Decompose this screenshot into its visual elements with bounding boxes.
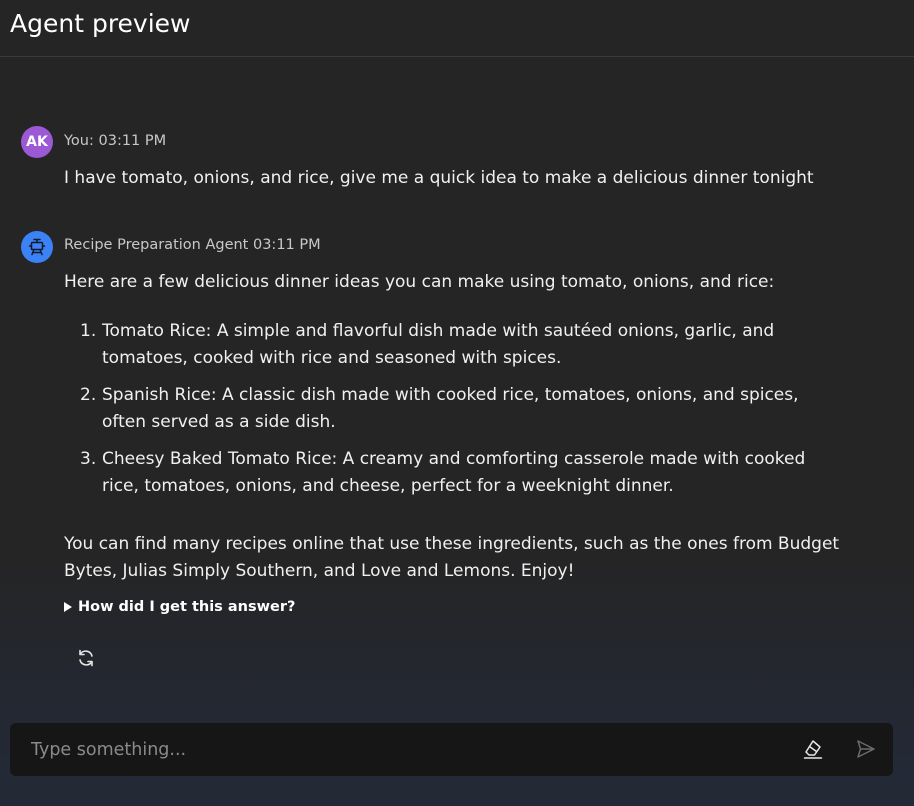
answer-details-toggle[interactable]: How did I get this answer? xyxy=(64,599,295,615)
list-item: 3. Cheesy Baked Tomato Rice: A creamy an… xyxy=(80,446,840,500)
message-input[interactable] xyxy=(31,736,771,763)
header: Agent preview xyxy=(0,0,914,57)
message-composer xyxy=(10,723,893,776)
user-message-text: I have tomato, onions, and rice, give me… xyxy=(64,168,814,188)
list-item-text: Spanish Rice: A classic dish made with c… xyxy=(102,385,799,432)
user-message-meta: You: 03:11 PM xyxy=(64,133,167,149)
list-item-number: 1. xyxy=(80,321,97,341)
list-item-text: Tomato Rice: A simple and flavorful dish… xyxy=(102,321,775,368)
refresh-icon xyxy=(79,649,93,667)
answer-details-label: How did I get this answer? xyxy=(78,599,296,615)
regenerate-button[interactable] xyxy=(74,646,98,670)
agent-message-intro: Here are a few delicious dinner ideas yo… xyxy=(64,272,775,292)
send-icon xyxy=(857,740,875,758)
recipe-list: 1. Tomato Rice: A simple and flavorful d… xyxy=(80,318,840,510)
list-item: 1. Tomato Rice: A simple and flavorful d… xyxy=(80,318,840,372)
page-title: Agent preview xyxy=(10,9,191,38)
agent-message-meta: Recipe Preparation Agent 03:11 PM xyxy=(64,237,321,253)
agent-message-closing: You can find many recipes online that us… xyxy=(64,534,840,581)
user-avatar-initials: AK xyxy=(26,134,48,150)
robot-icon xyxy=(28,238,46,256)
clear-button[interactable] xyxy=(802,738,824,760)
eraser-icon xyxy=(803,740,823,759)
list-item: 2. Spanish Rice: A classic dish made wit… xyxy=(80,382,840,436)
disclosure-triangle-icon xyxy=(64,602,72,612)
send-button[interactable] xyxy=(856,739,876,759)
list-item-text: Cheesy Baked Tomato Rice: A creamy and c… xyxy=(102,449,806,496)
user-avatar: AK xyxy=(21,126,53,158)
agent-avatar xyxy=(21,231,53,263)
list-item-number: 3. xyxy=(80,449,97,469)
list-item-number: 2. xyxy=(80,385,97,405)
